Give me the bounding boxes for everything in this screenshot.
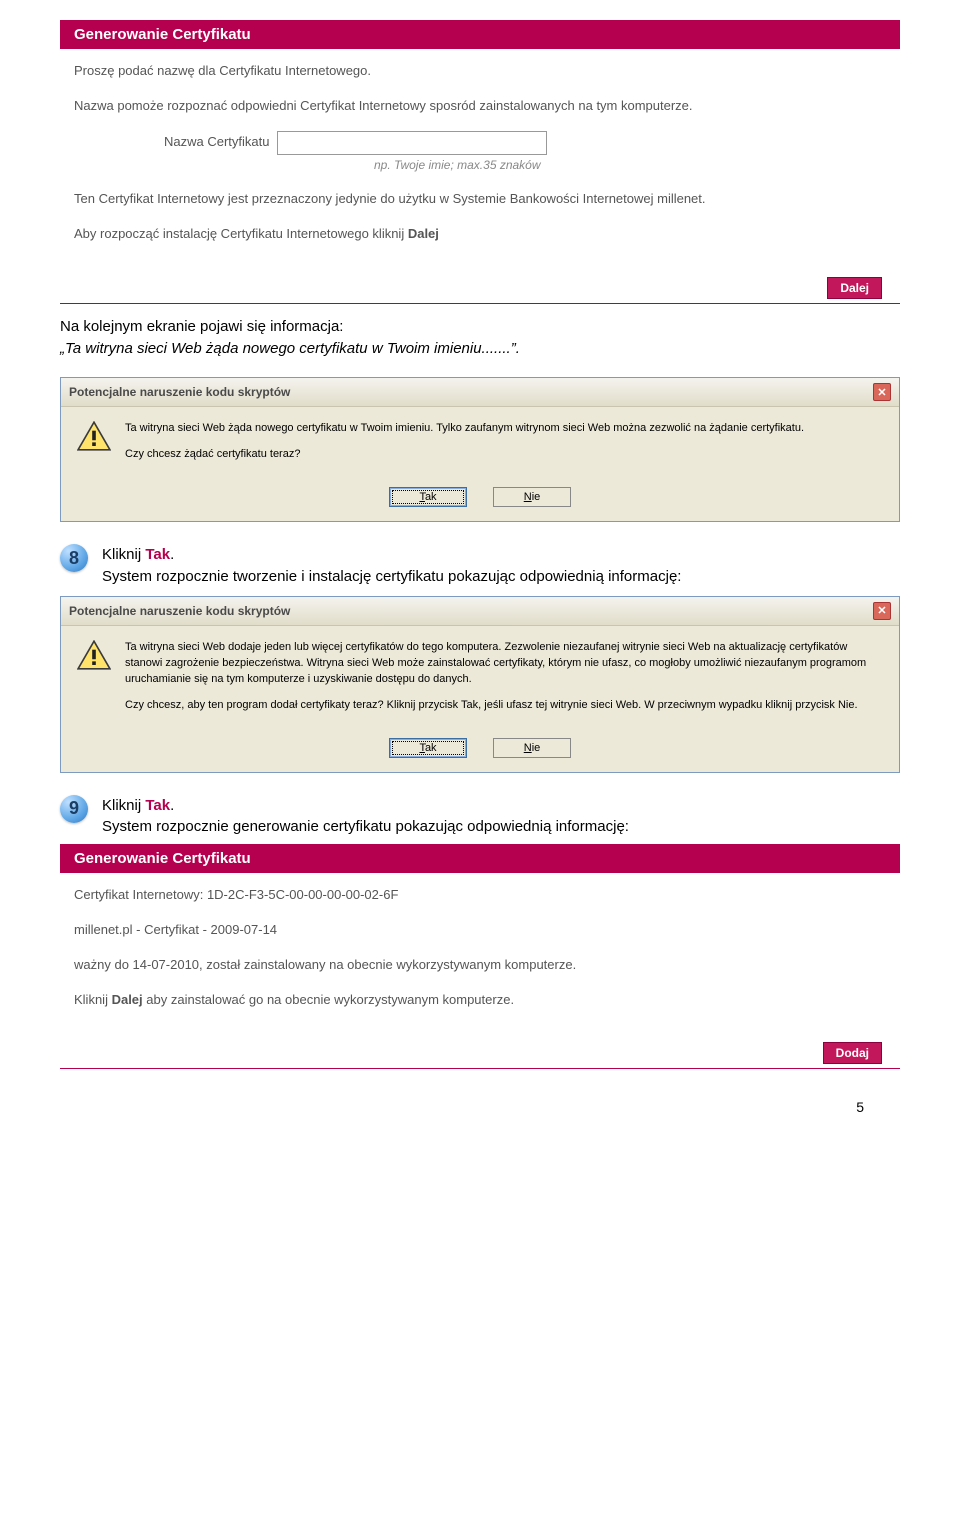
dalej-word: Dalej	[112, 992, 143, 1007]
tak-word: Tak	[145, 546, 170, 563]
script-warning-dialog-1: Potencjalne naruszenie kodu skryptów ✕ T…	[60, 377, 900, 522]
cert-name-hint: np. Twoje imie; max.35 znaków	[374, 158, 541, 172]
step-line2: System rozpocznie tworzenie i instalację…	[102, 566, 681, 588]
step-9: 9 Kliknij Tak. System rozpocznie generow…	[60, 795, 900, 839]
text-part: aby zainstalować go na obecnie wykorzyst…	[143, 992, 514, 1007]
dalej-word: Dalej	[408, 226, 439, 241]
dialog-title-text: Potencjalne naruszenie kodu skryptów	[69, 604, 290, 618]
warning-icon	[77, 640, 111, 670]
text-part: Kliknij	[74, 992, 112, 1007]
panel-body: Proszę podać nazwę dla Certyfikatu Inter…	[60, 49, 900, 271]
cert-valid-text: ważny do 14-07-2010, został zainstalowan…	[74, 955, 886, 976]
quote-line: „Ta witryna sieci Web żąda nowego certyf…	[60, 338, 900, 360]
doc-text-after-panel1: Na kolejnym ekranie pojawi się informacj…	[60, 316, 900, 360]
page-number: 5	[60, 1099, 900, 1115]
text-part: Aby rozpocząć instalację Certyfikatu Int…	[74, 226, 408, 241]
cert-name-label: Nazwa Certyfikatu	[164, 132, 269, 153]
text-part: Kliknij	[102, 797, 145, 814]
warning-icon	[77, 421, 111, 451]
tak-button[interactable]: Tak	[389, 738, 467, 758]
intro-text: Proszę podać nazwę dla Certyfikatu Inter…	[74, 61, 886, 82]
close-icon[interactable]: ✕	[873, 602, 891, 620]
dialog-message: Ta witryna sieci Web dodaje jeden lub wi…	[125, 640, 883, 724]
dalej-button[interactable]: Dalej	[827, 277, 882, 299]
cert-domain-text: millenet.pl - Certyfikat - 2009-07-14	[74, 920, 886, 941]
msg-line: Ta witryna sieci Web żąda nowego certyfi…	[125, 421, 804, 437]
msg-line: Czy chcesz żądać certyfikatu teraz?	[125, 447, 804, 463]
panel-title: Generowanie Certyfikatu	[60, 844, 900, 873]
msg-line: Czy chcesz, aby ten program dodał certyf…	[125, 698, 883, 714]
step-text: Kliknij Tak. System rozpocznie tworzenie…	[102, 544, 681, 588]
start-install-text: Aby rozpocząć instalację Certyfikatu Int…	[74, 224, 886, 245]
step-number-badge: 8	[60, 544, 88, 572]
cert-id-text: Certyfikat Internetowy: 1D-2C-F3-5C-00-0…	[74, 885, 886, 906]
cert-gen-panel-2: Generowanie Certyfikatu Certyfikat Inter…	[60, 844, 900, 1069]
step-8: 8 Kliknij Tak. System rozpocznie tworzen…	[60, 544, 900, 588]
cert-name-input[interactable]	[277, 131, 547, 155]
msg-line: Ta witryna sieci Web dodaje jeden lub wi…	[125, 640, 883, 688]
panel-body: Certyfikat Internetowy: 1D-2C-F3-5C-00-0…	[60, 873, 900, 1036]
step-text: Kliknij Tak. System rozpocznie generowan…	[102, 795, 629, 839]
nie-button[interactable]: Nie	[493, 738, 571, 758]
cert-next-text: Kliknij Dalej aby zainstalować go na obe…	[74, 990, 886, 1011]
script-warning-dialog-2: Potencjalne naruszenie kodu skryptów ✕ T…	[60, 596, 900, 773]
dodaj-button[interactable]: Dodaj	[823, 1042, 882, 1064]
text-part: .	[170, 546, 174, 563]
tak-button[interactable]: Tak	[389, 487, 467, 507]
cert-name-row: Nazwa Certyfikatu	[164, 131, 886, 155]
step-line2: System rozpocznie generowanie certyfikat…	[102, 816, 629, 838]
panel-title: Generowanie Certyfikatu	[60, 20, 900, 49]
nie-button[interactable]: Nie	[493, 487, 571, 507]
line: Na kolejnym ekranie pojawi się informacj…	[60, 316, 900, 338]
text-part: .	[170, 797, 174, 814]
close-icon[interactable]: ✕	[873, 383, 891, 401]
text-part: Kliknij	[102, 546, 145, 563]
name-help-text: Nazwa pomoże rozpoznać odpowiedni Certyf…	[74, 96, 886, 117]
usage-text: Ten Certyfikat Internetowy jest przeznac…	[74, 189, 886, 210]
dialog-message: Ta witryna sieci Web żąda nowego certyfi…	[125, 421, 804, 473]
dialog-title-text: Potencjalne naruszenie kodu skryptów	[69, 385, 290, 399]
tak-word: Tak	[145, 797, 170, 814]
step-number-badge: 9	[60, 795, 88, 823]
cert-gen-panel-1: Generowanie Certyfikatu Proszę podać naz…	[60, 20, 900, 304]
